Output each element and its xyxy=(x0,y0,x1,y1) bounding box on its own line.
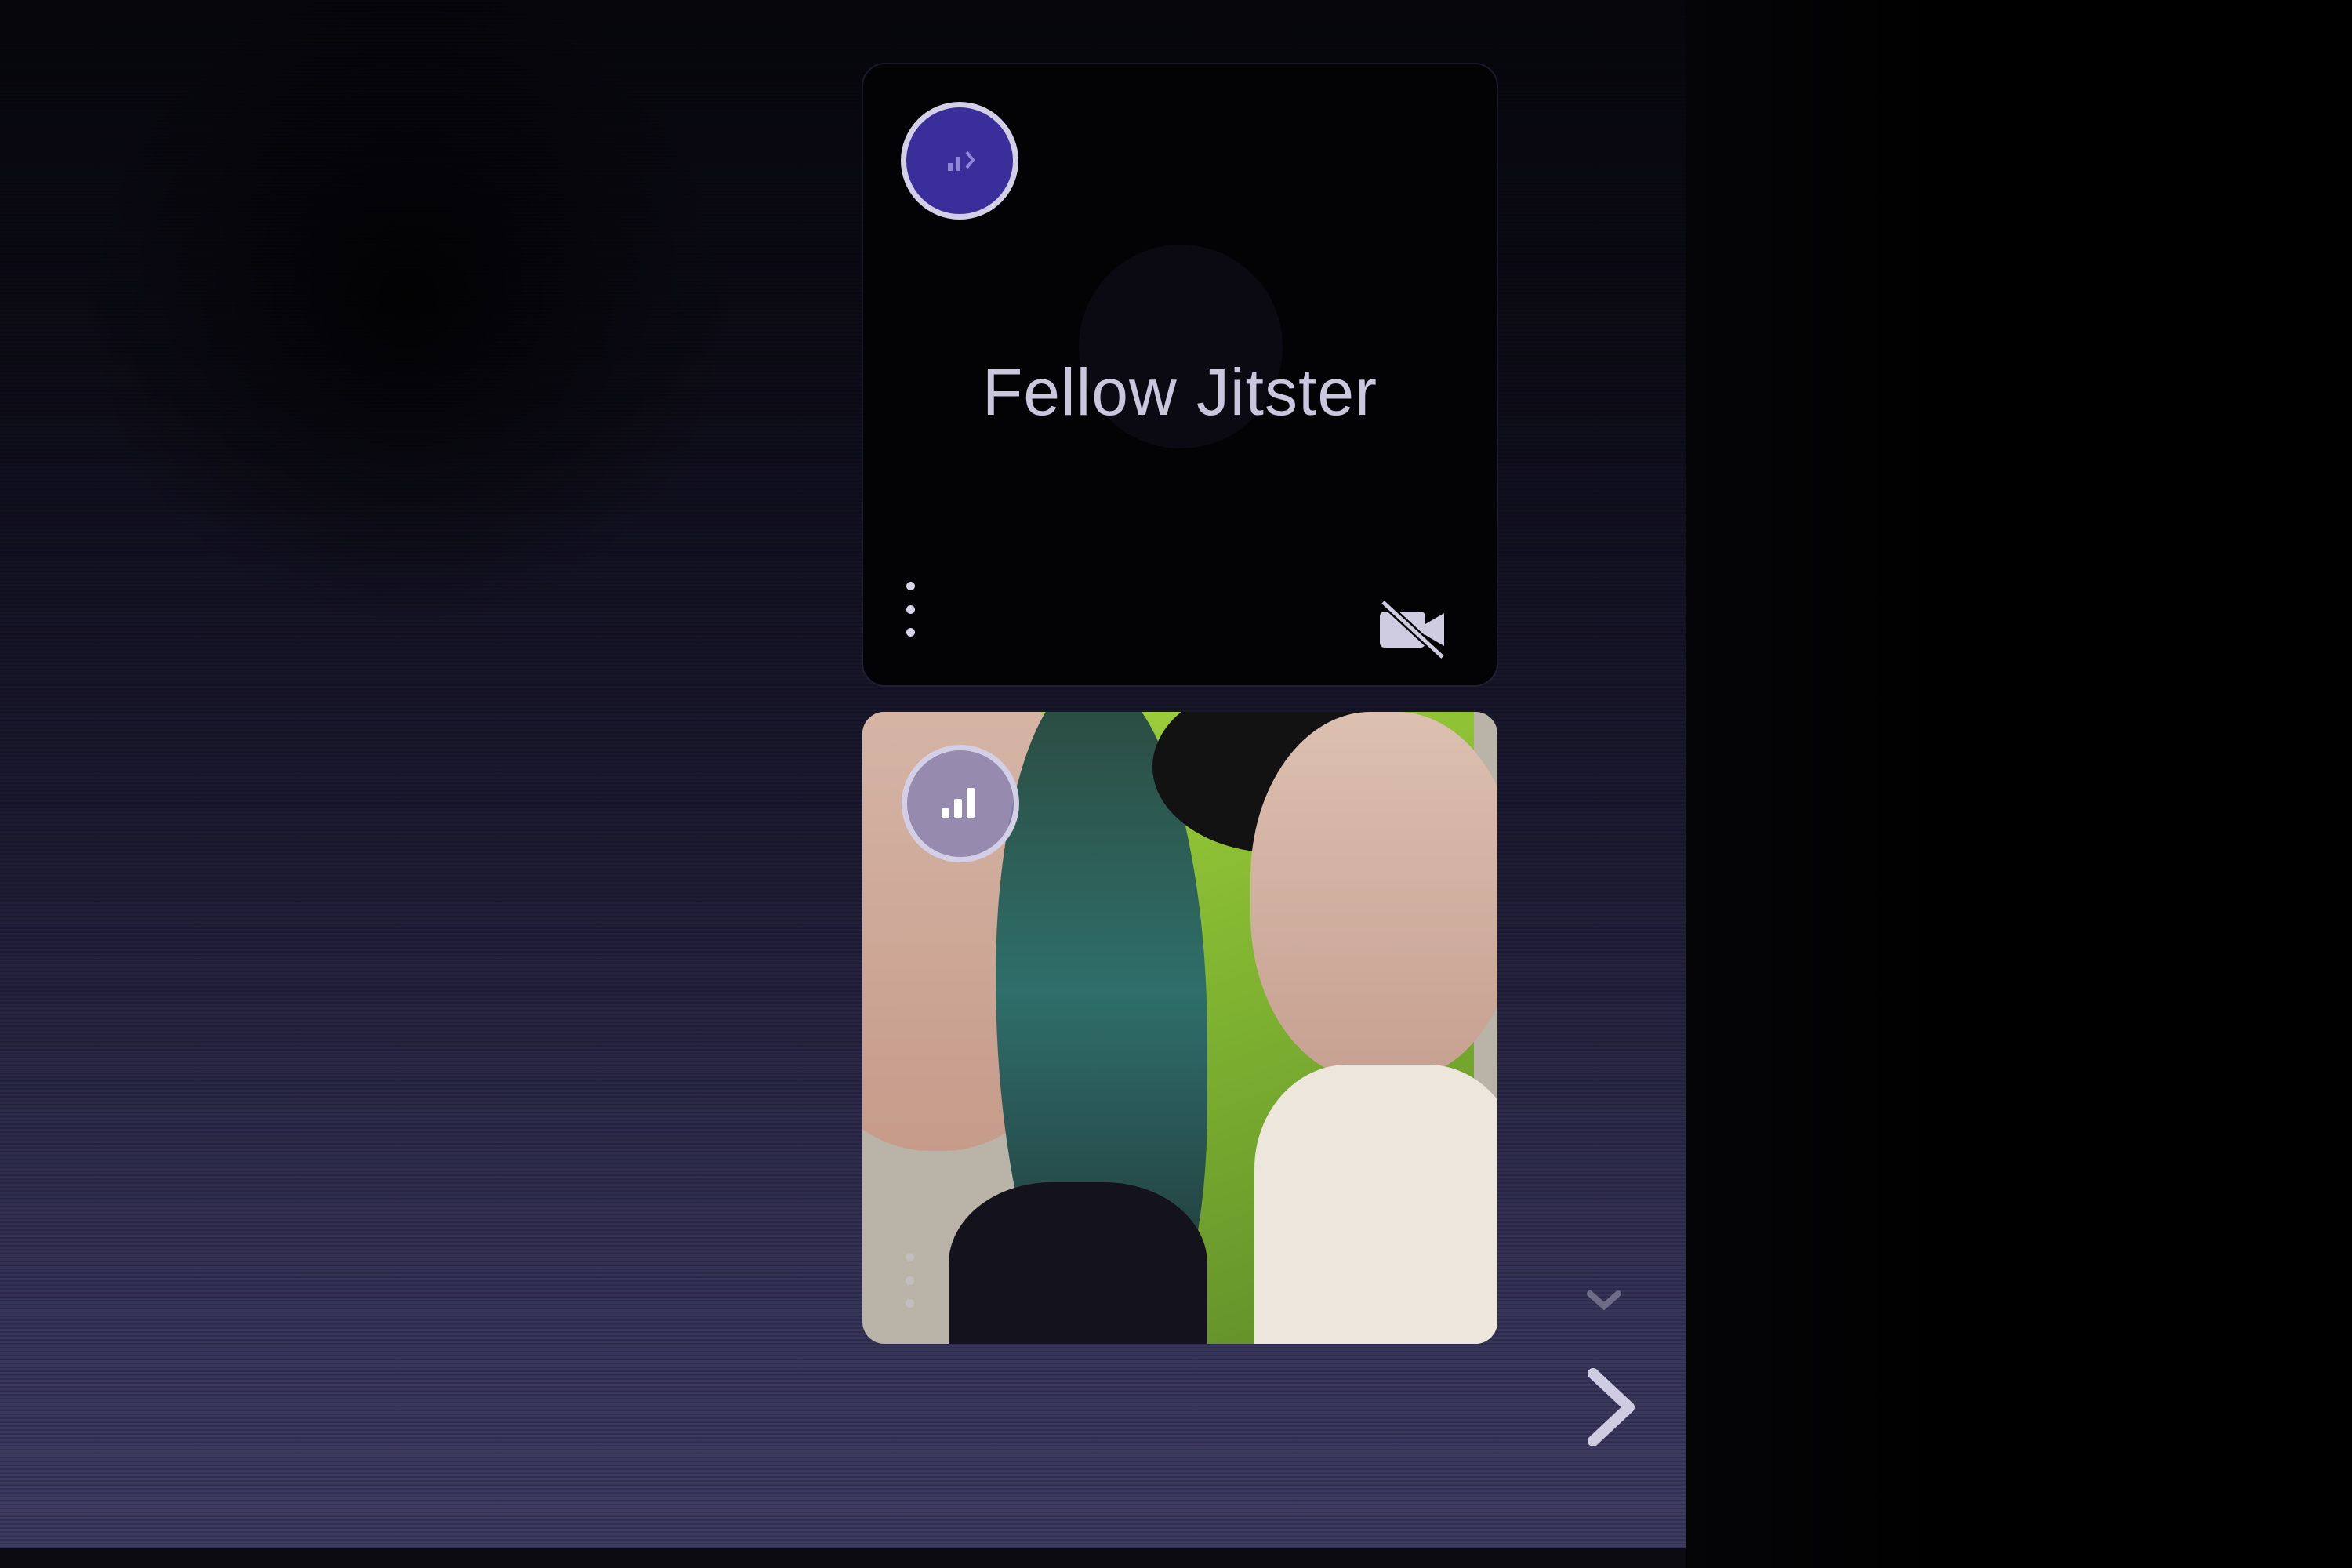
background-dark-area xyxy=(1686,0,2352,1568)
filmstrip: Fellow Jitster xyxy=(858,55,1642,1348)
connection-quality-icon xyxy=(942,788,975,818)
audio-level-icon xyxy=(948,151,975,171)
participant-display-name: Fellow Jitster xyxy=(982,355,1378,429)
more-options-icon[interactable] xyxy=(902,1253,917,1308)
audio-level-indicator[interactable] xyxy=(901,102,1018,220)
video-off-icon xyxy=(1380,599,1446,660)
connection-quality-indicator[interactable] xyxy=(902,745,1019,862)
more-options-icon[interactable] xyxy=(902,582,918,637)
participant-tile-fellow-jitster[interactable]: Fellow Jitster xyxy=(863,64,1497,685)
monitor-bezel xyxy=(0,1548,1686,1568)
participant-tile-video[interactable] xyxy=(862,712,1497,1344)
chevron-right-icon[interactable] xyxy=(1576,1364,1646,1450)
chevron-down-icon[interactable] xyxy=(1581,1284,1628,1316)
